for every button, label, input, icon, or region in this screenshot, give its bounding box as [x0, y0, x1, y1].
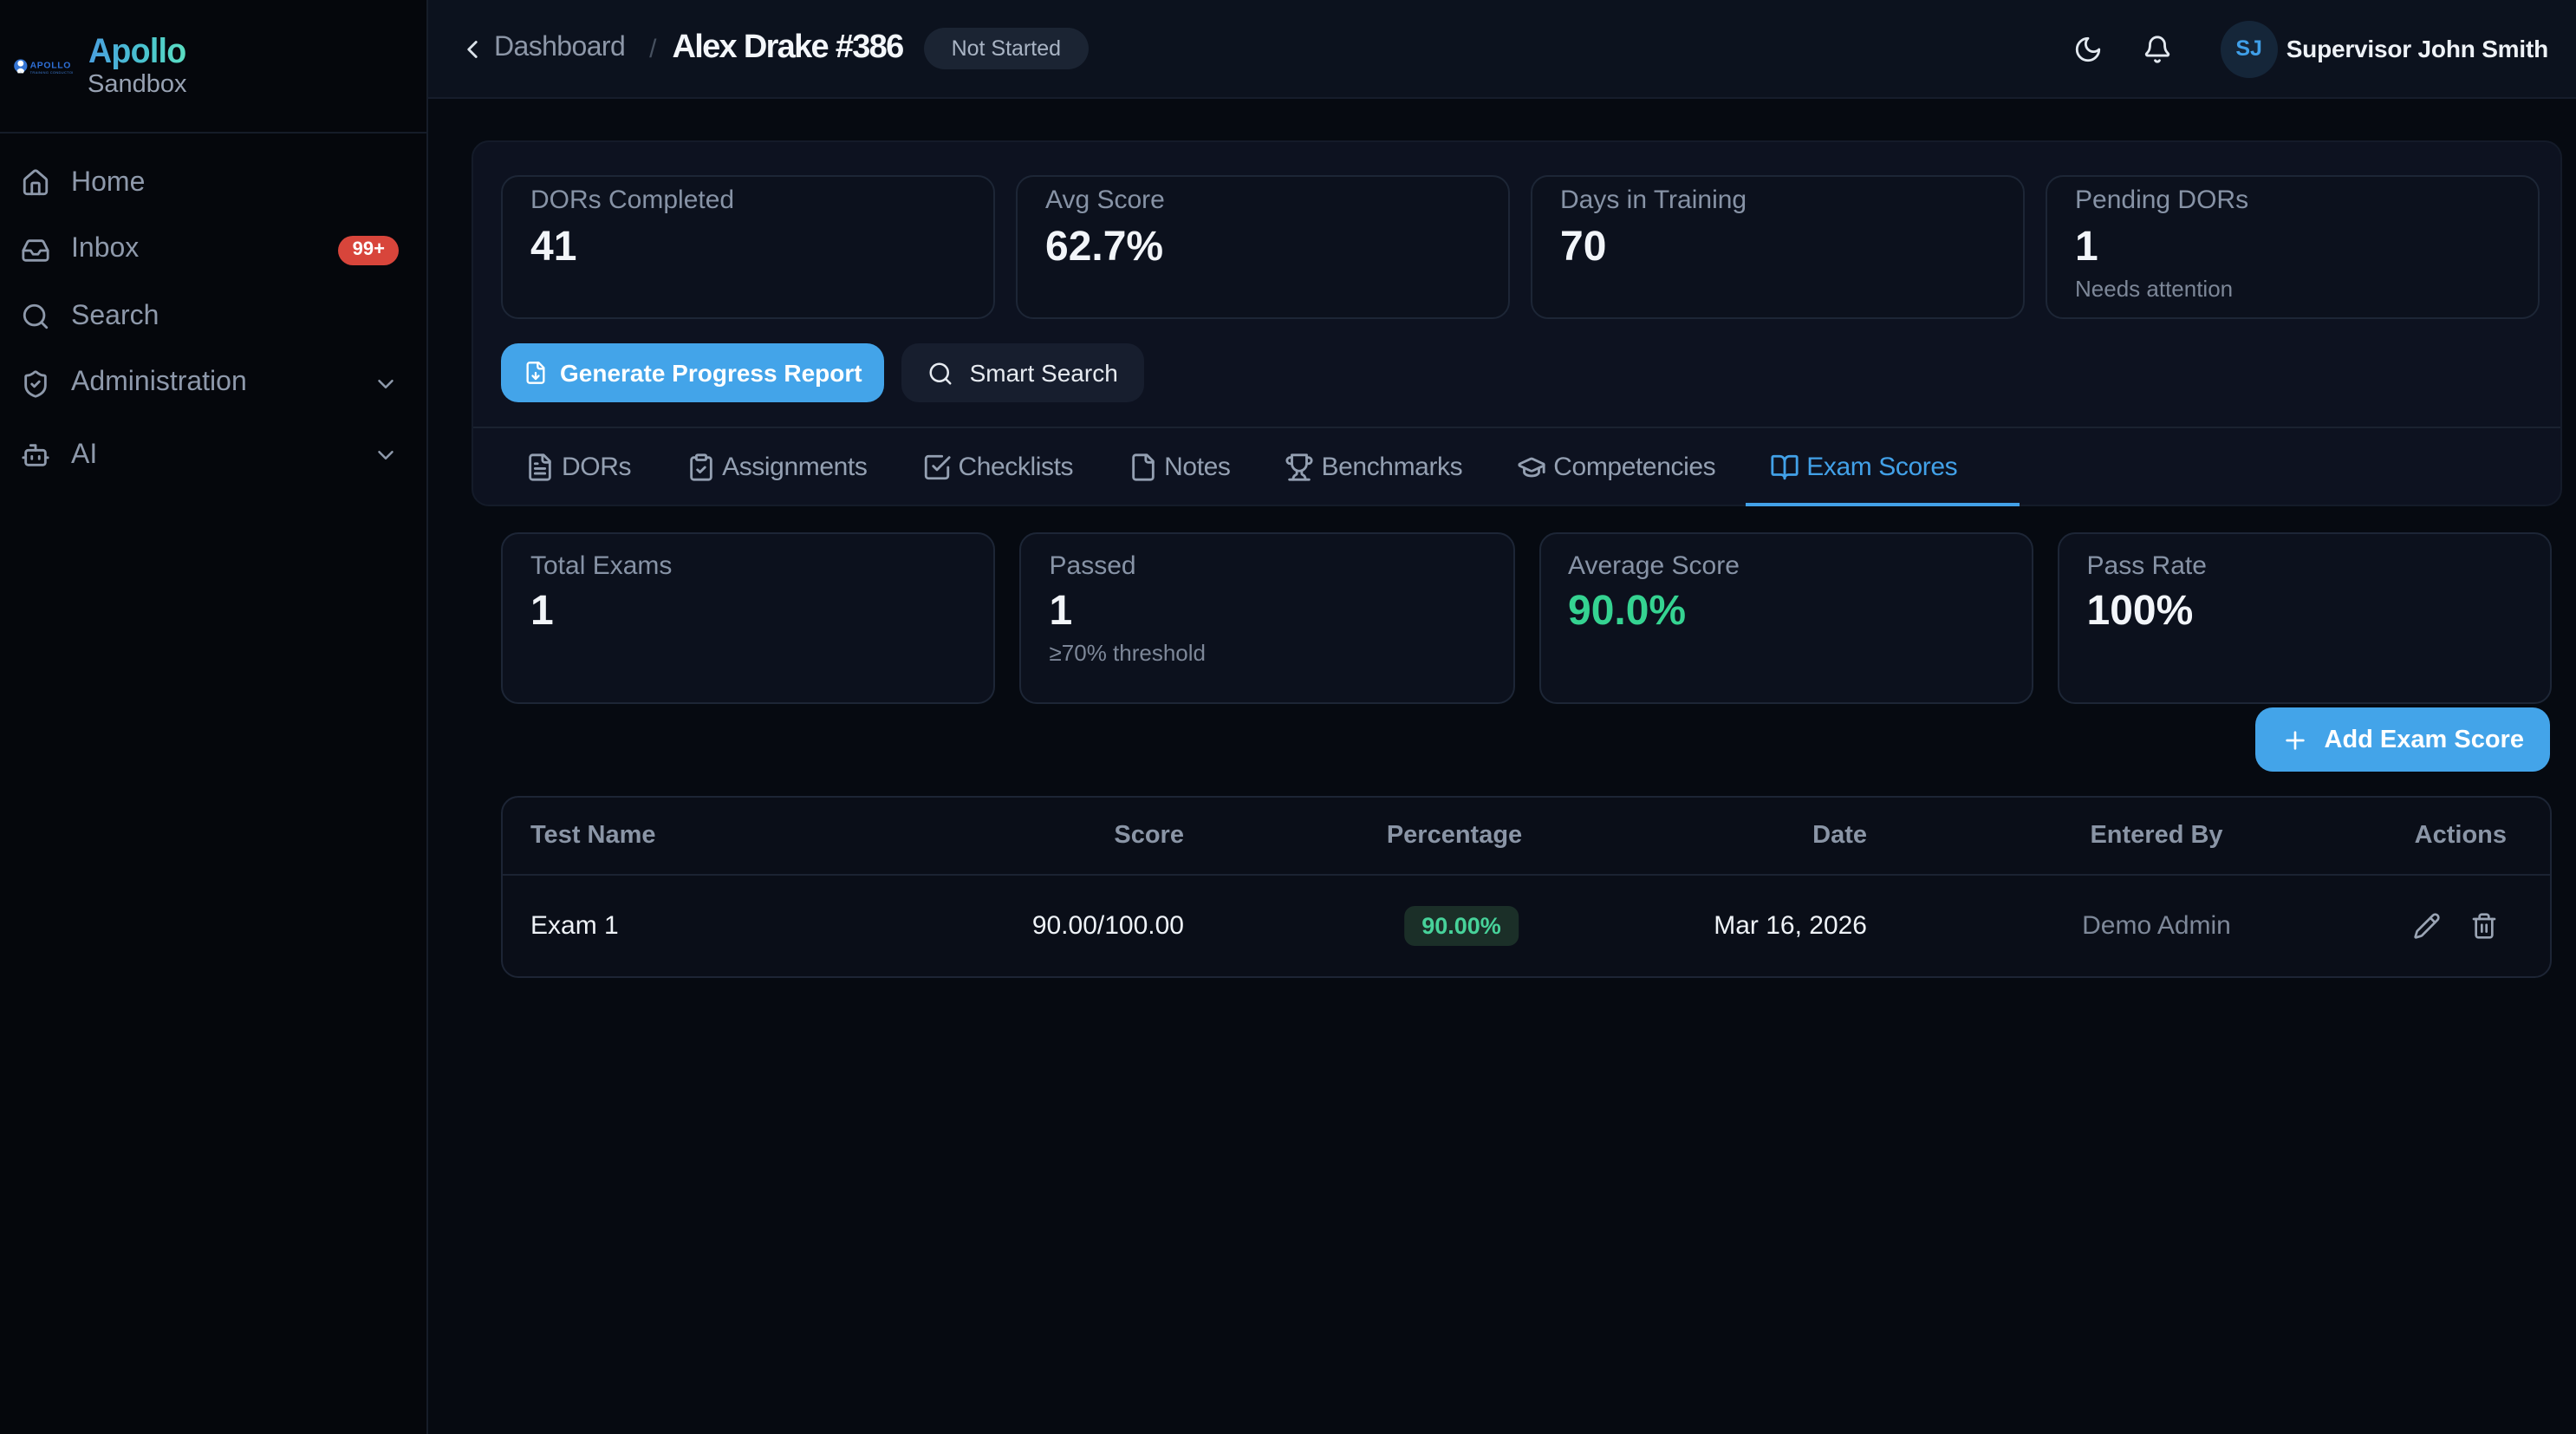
svg-text:TRAINING CONDUCTOR: TRAINING CONDUCTOR: [30, 70, 73, 75]
svg-text:APOLLO: APOLLO: [30, 62, 72, 71]
